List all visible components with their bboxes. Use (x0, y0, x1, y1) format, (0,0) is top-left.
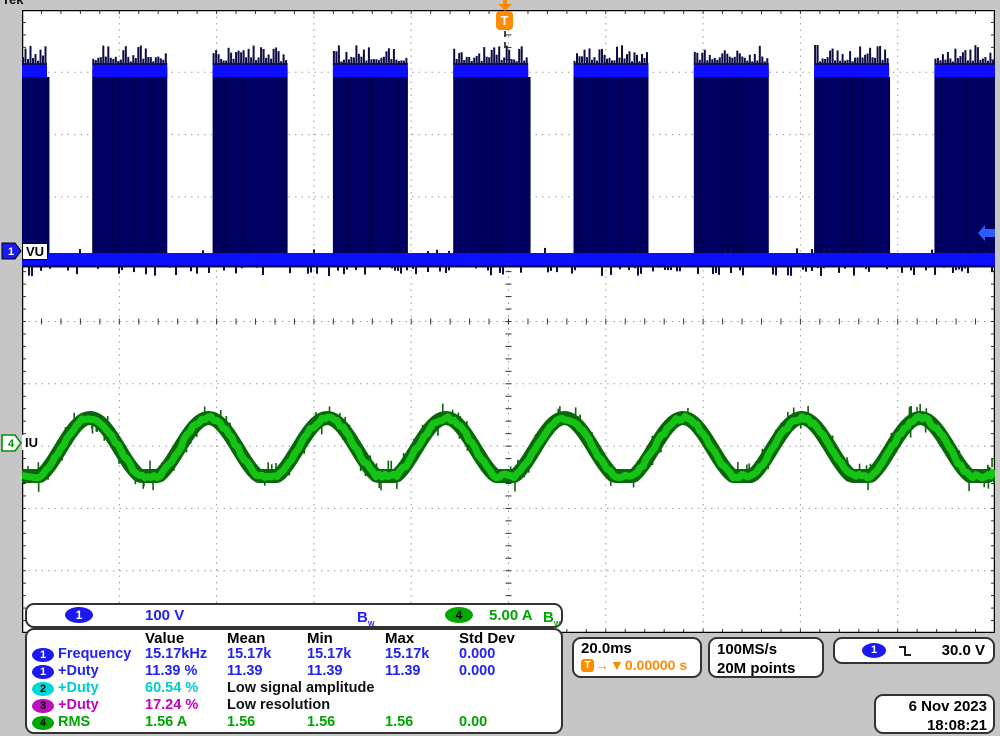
trigger-position-readout: T→▼0.00000 s (581, 657, 693, 673)
trigger-t-icon: T (581, 659, 594, 672)
trigger-level: 30.0 V (942, 642, 985, 659)
measurement-table[interactable]: Value Mean Min Max Std Dev 1Frequency 15… (25, 628, 563, 734)
ch4-scale: 5.00 A (489, 607, 533, 624)
channel1-position-marker[interactable]: 1 (1, 242, 23, 260)
date: 6 Nov 2023 (882, 697, 987, 716)
trigger-dash-line (504, 31, 506, 48)
ch1-badge[interactable]: 1 (65, 607, 93, 623)
arrow-right-icon: → (595, 657, 609, 673)
channel4-position-marker[interactable]: 4 (1, 434, 23, 452)
sample-rate: 100MS/s (717, 640, 815, 659)
scope-display (22, 10, 995, 633)
channel1-label: VU (22, 243, 48, 260)
ch1-bandwidth-icon: BW (357, 609, 374, 628)
row1-ch-badge: 1 (32, 648, 54, 662)
trigger-position-arrow-icon[interactable] (498, 0, 512, 11)
measurement-row-rms: 4RMS 1.56 A1.561.561.560.00 (27, 714, 561, 731)
trigger-flag[interactable]: T (496, 11, 513, 30)
trigger-readout[interactable]: 1 30.0 V (833, 637, 995, 664)
svg-text:4: 4 (8, 438, 15, 450)
row5-ch-badge: 4 (32, 716, 54, 730)
measurement-row-duty-ch1: 1+Duty 11.39 %11.3911.3911.390.000 (27, 663, 561, 680)
time: 18:08:21 (882, 716, 987, 735)
acquisition-readout[interactable]: 100MS/s 20M points (708, 637, 824, 678)
warning-low-signal: Low signal amplitude (227, 680, 561, 697)
waveform-traces (22, 10, 995, 633)
falling-edge-icon (897, 644, 913, 658)
measurement-row-duty-ch2: 2+Duty 60.54 % Low signal amplitude (27, 680, 561, 697)
ch4-bandwidth-icon: BW (543, 609, 560, 628)
ch4-badge[interactable]: 4 (445, 607, 473, 623)
row4-ch-badge: 3 (32, 699, 54, 713)
row2-ch-badge: 1 (32, 665, 54, 679)
ch1-scale: 100 V (145, 607, 184, 624)
measurement-header-row: Value Mean Min Max Std Dev (27, 630, 561, 646)
arrow-down-icon: ▼ (610, 657, 624, 673)
tek-logo: Tek (2, 0, 44, 7)
measurement-row-duty-ch3: 3+Duty 17.24 % Low resolution (27, 697, 561, 714)
measurement-row-frequency: 1Frequency 15.17kHz15.17k15.17k15.17k0.0… (27, 646, 561, 663)
row3-ch-badge: 2 (32, 682, 54, 696)
timebase-readout[interactable]: 20.0ms T→▼0.00000 s (572, 637, 702, 678)
channel4-label: IU (22, 435, 41, 450)
datetime-readout: 6 Nov 2023 18:08:21 (874, 694, 995, 734)
timebase-scale: 20.0ms (581, 640, 693, 657)
channel-scale-bar[interactable]: 1 100 V BW 4 5.00 A BW (25, 603, 563, 628)
record-length: 20M points (717, 659, 815, 678)
warning-low-resolution: Low resolution (227, 697, 561, 714)
svg-text:1: 1 (8, 246, 14, 258)
trigger-source-badge: 1 (862, 643, 886, 658)
